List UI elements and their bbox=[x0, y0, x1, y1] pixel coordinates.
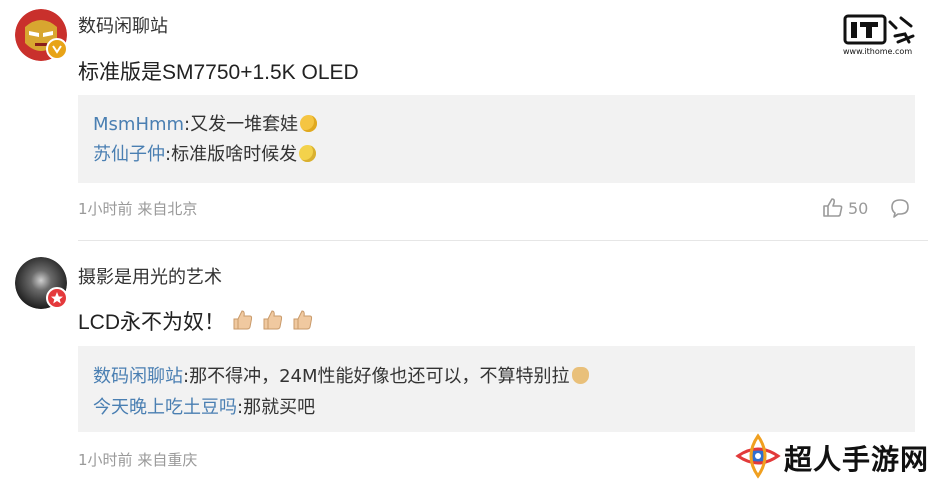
reply-item: 苏仙子仲:标准版啥时候发 bbox=[93, 140, 317, 166]
reply-item: 今天晚上吃土豆吗:那就买吧 bbox=[93, 393, 315, 419]
reply-username[interactable]: 今天晚上吃土豆吗 bbox=[93, 397, 237, 418]
reply-text: :标准版啥时候发 bbox=[165, 144, 298, 165]
ithome-logo: www.ithome.com bbox=[843, 12, 915, 58]
reply-text: :又发一堆套娃 bbox=[184, 114, 299, 135]
divider bbox=[78, 240, 928, 241]
reply-username[interactable]: 数码闲聊站 bbox=[93, 366, 183, 387]
reply-username[interactable]: 苏仙子仲 bbox=[93, 144, 165, 165]
reply-item: 数码闲聊站:那不得冲，24M性能好像也还可以，不算特别拉 bbox=[93, 362, 589, 388]
comment-content: LCD永不为奴！ bbox=[78, 306, 315, 336]
comment-bubble-icon bbox=[891, 199, 909, 218]
reply-box: MsmHmm:又发一堆套娃 苏仙子仲:标准版啥时候发 bbox=[78, 95, 915, 183]
ithome-url: www.ithome.com bbox=[843, 47, 913, 56]
smirk-emoji-icon bbox=[300, 115, 318, 132]
comment-location: 来自重庆 bbox=[137, 451, 198, 469]
thumbs-up-icon bbox=[823, 198, 843, 217]
thumbs-up-emoji-icon bbox=[263, 310, 282, 330]
reply-text: :那就买吧 bbox=[237, 397, 316, 418]
watermark-text: 超人手游网 bbox=[784, 443, 928, 476]
like-button[interactable] bbox=[822, 196, 844, 222]
comment-time: 1小时前 bbox=[78, 200, 133, 218]
star-badge-icon bbox=[46, 287, 68, 309]
comment-username[interactable]: 摄影是用光的艺术 bbox=[78, 263, 222, 289]
reply-username[interactable]: MsmHmm bbox=[93, 114, 184, 135]
reply-text: :那不得冲，24M性能好像也还可以，不算特别拉 bbox=[183, 366, 570, 387]
comment-content-text: LCD永不为奴！ bbox=[78, 311, 226, 334]
comment-location: 来自北京 bbox=[137, 200, 198, 218]
verified-badge-icon bbox=[46, 38, 68, 60]
doge-emoji-icon bbox=[571, 367, 589, 384]
like-count: 50 bbox=[848, 199, 869, 218]
reply-button[interactable] bbox=[889, 197, 911, 223]
watermark-logo-icon bbox=[735, 433, 781, 479]
reply-box: 数码闲聊站:那不得冲，24M性能好像也还可以，不算特别拉 今天晚上吃土豆吗:那就… bbox=[78, 346, 915, 432]
comment-username[interactable]: 数码闲聊站 bbox=[78, 12, 168, 38]
thumbs-up-emoji-icon bbox=[233, 310, 252, 330]
watermark: 超人手游网 bbox=[734, 432, 928, 481]
reply-item: MsmHmm:又发一堆套娃 bbox=[93, 110, 318, 136]
comment-meta: 1小时前 来自北京 bbox=[78, 198, 197, 219]
thinking-emoji-icon bbox=[299, 145, 317, 162]
comment-time: 1小时前 bbox=[78, 451, 133, 469]
comment-content: 标准版是SM7750+1.5K OLED bbox=[78, 61, 359, 84]
comment-meta: 1小时前 来自重庆 bbox=[78, 449, 197, 470]
thumbs-up-emoji-icon bbox=[293, 310, 312, 330]
